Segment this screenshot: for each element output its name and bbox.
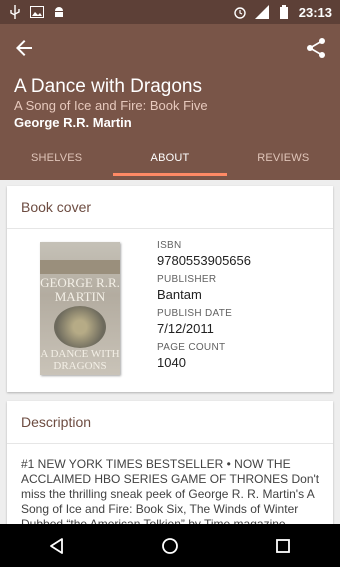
back-button[interactable] [12,36,36,60]
about-content[interactable]: Book cover GEORGE R.R. MARTIN A DANCE WI… [0,180,340,524]
tab-shelves[interactable]: SHELVES [0,144,113,180]
share-icon [307,38,325,58]
isbn-label: ISBN [157,240,182,251]
image-icon [30,5,44,19]
page-count-label: PAGE COUNT [157,342,226,353]
publisher-value: Bantam [157,287,202,302]
cover-author-text: GEORGE R.R. MARTIN [40,275,120,304]
tab-bar: SHELVES ABOUT REVIEWS [0,144,340,180]
cover-title-text: A DANCE WITH DRAGONS [40,348,120,372]
nav-home-button[interactable] [160,536,180,556]
nav-recents-button[interactable] [273,536,293,556]
share-button[interactable] [304,36,328,60]
card-header-book-cover: Book cover [7,186,333,229]
usb-icon [8,5,22,19]
android-icon [52,5,66,19]
system-nav-bar [0,524,340,567]
tab-reviews[interactable]: REVIEWS [227,144,340,180]
nav-back-icon [49,537,63,554]
nav-back-button[interactable] [47,536,67,556]
publish-date-label: PUBLISH DATE [157,308,233,319]
battery-icon [277,5,291,19]
description-text: #1 NEW YORK TIMES BESTSELLER • NOW THE A… [21,457,320,524]
book-cover-card: Book cover GEORGE R.R. MARTIN A DANCE WI… [7,186,333,392]
description-card: Description #1 NEW YORK TIMES BESTSELLER… [7,401,333,524]
arrow-back-icon [16,40,32,56]
book-subtitle: A Song of Ice and Fire: Book Five [14,98,208,113]
isbn-value: 9780553905656 [157,253,251,268]
book-author: George R.R. Martin [14,115,132,130]
nav-recents-icon [276,538,291,553]
nav-home-icon [162,537,178,554]
cover-medallion [54,306,106,348]
book-metadata: ISBN 9780553905656 PUBLISHER Bantam PUBL… [157,240,327,376]
status-bar: 23:13 [0,0,340,24]
book-title: A Dance with Dragons [14,76,202,97]
publish-date-value: 7/12/2011 [157,321,214,336]
publisher-label: PUBLISHER [157,274,217,285]
app-bar: A Dance with Dragons A Song of Ice and F… [0,24,340,180]
tab-about[interactable]: ABOUT [113,144,227,180]
signal-icon [254,5,269,19]
book-cover-image: GEORGE R.R. MARTIN A DANCE WITH DRAGONS [40,242,120,375]
cover-series-band [40,260,120,274]
status-time: 23:13 [298,4,332,20]
page-count-value: 1040 [157,355,186,370]
alarm-icon [233,5,247,19]
card-header-description: Description [7,401,333,444]
